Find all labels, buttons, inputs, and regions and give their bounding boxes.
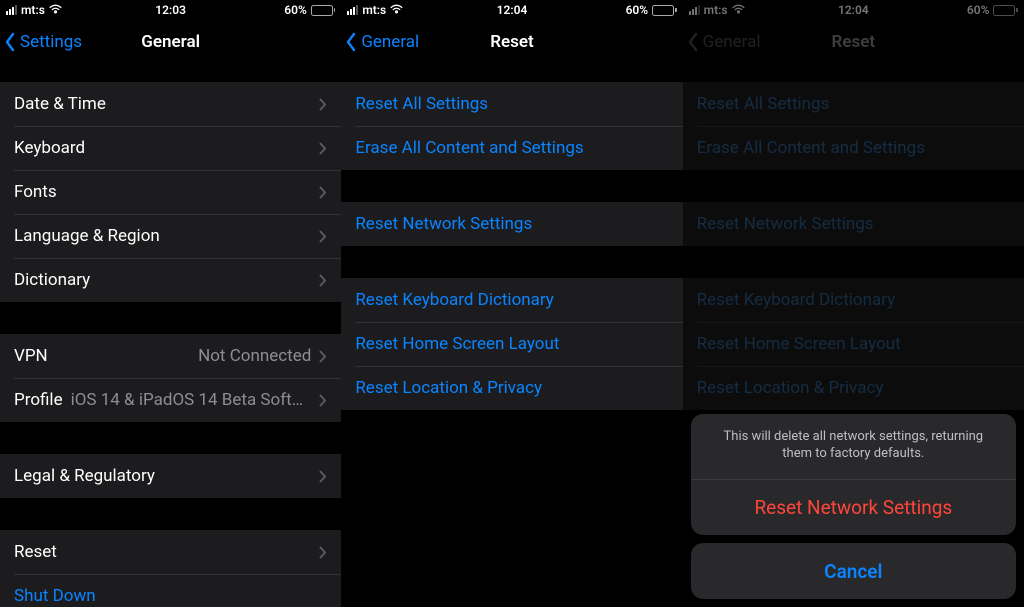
chevron-right-icon	[319, 186, 327, 199]
nav-title: Reset	[832, 32, 876, 52]
cell-fonts[interactable]: Fonts	[0, 170, 341, 214]
group-reset: Reset Shut Down	[0, 530, 341, 607]
cell-reset[interactable]: Reset	[0, 530, 341, 574]
sheet-message: This will delete all network settings, r…	[691, 414, 1016, 479]
signal-icon	[347, 5, 358, 15]
screen-reset-confirm: mt:s 12:04 60% General Reset Reset All S…	[683, 0, 1024, 607]
cell-erase-all[interactable]: Erase All Content and Settings	[341, 126, 682, 170]
battery-pct: 60%	[967, 3, 990, 17]
wifi-icon	[390, 5, 403, 15]
cell-shut-down[interactable]: Shut Down	[0, 574, 341, 607]
cell-reset-all-settings[interactable]: Reset All Settings	[341, 82, 682, 126]
nav-title: General	[141, 32, 200, 52]
signal-icon	[689, 5, 700, 15]
battery-pct: 60%	[626, 3, 649, 17]
chevron-right-icon	[319, 394, 327, 407]
carrier-label: mt:s	[362, 3, 386, 17]
nav-title: Reset	[490, 32, 534, 52]
chevron-right-icon	[319, 142, 327, 155]
battery-icon	[993, 5, 1018, 16]
cell-reset-all-settings: Reset All Settings	[683, 82, 1024, 126]
back-button[interactable]: Settings	[0, 32, 82, 52]
cell-dictionary[interactable]: Dictionary	[0, 258, 341, 302]
vpn-status: Not Connected	[198, 346, 311, 366]
group-reset-other: Reset Keyboard Dictionary Reset Home Scr…	[683, 278, 1024, 410]
cell-date-time[interactable]: Date & Time	[0, 82, 341, 126]
cell-reset-network[interactable]: Reset Network Settings	[341, 202, 682, 246]
nav-bar: General Reset	[683, 20, 1024, 64]
cell-legal-regulatory[interactable]: Legal & Regulatory	[0, 454, 341, 498]
status-bar: mt:s 12:04 60%	[683, 0, 1024, 20]
cell-language-region[interactable]: Language & Region	[0, 214, 341, 258]
carrier-label: mt:s	[704, 3, 728, 17]
sheet-panel: This will delete all network settings, r…	[691, 414, 1016, 535]
cell-reset-location-privacy: Reset Location & Privacy	[683, 366, 1024, 410]
content: Date & Time Keyboard Fonts Language & Re…	[0, 64, 341, 607]
cancel-button[interactable]: Cancel	[691, 543, 1016, 599]
group-reset-network: Reset Network Settings	[683, 202, 1024, 246]
group-reset-network: Reset Network Settings	[341, 202, 682, 246]
confirm-reset-button[interactable]: Reset Network Settings	[691, 479, 1016, 535]
back-label: Settings	[20, 32, 82, 52]
nav-bar: General Reset	[341, 20, 682, 64]
back-label: General	[361, 32, 419, 52]
chevron-left-icon	[345, 32, 357, 52]
back-label: General	[703, 32, 761, 52]
chevron-right-icon	[319, 350, 327, 363]
cell-reset-keyboard-dict: Reset Keyboard Dictionary	[683, 278, 1024, 322]
chevron-right-icon	[319, 546, 327, 559]
group-legal: Legal & Regulatory	[0, 454, 341, 498]
screen-general: mt:s 12:03 60% Settings General Date & T…	[0, 0, 341, 607]
screen-reset: mt:s 12:04 60% General Reset Reset All S…	[341, 0, 682, 607]
clock: 12:04	[838, 3, 869, 17]
cell-keyboard[interactable]: Keyboard	[0, 126, 341, 170]
group-reset-all: Reset All Settings Erase All Content and…	[683, 82, 1024, 170]
cell-vpn[interactable]: VPNNot Connected	[0, 334, 341, 378]
group-network: VPNNot Connected ProfileiOS 14 & iPadOS …	[0, 334, 341, 422]
carrier-label: mt:s	[21, 3, 45, 17]
profile-value: iOS 14 & iPadOS 14 Beta Softwar...	[71, 390, 312, 410]
cell-profile[interactable]: ProfileiOS 14 & iPadOS 14 Beta Softwar..…	[0, 378, 341, 422]
chevron-left-icon	[687, 32, 699, 52]
chevron-right-icon	[319, 98, 327, 111]
clock: 12:03	[155, 3, 186, 17]
cell-reset-location-privacy[interactable]: Reset Location & Privacy	[341, 366, 682, 410]
chevron-right-icon	[319, 230, 327, 243]
chevron-right-icon	[319, 274, 327, 287]
cell-erase-all: Erase All Content and Settings	[683, 126, 1024, 170]
status-bar: mt:s 12:03 60%	[0, 0, 341, 20]
action-sheet: This will delete all network settings, r…	[691, 414, 1016, 599]
wifi-icon	[49, 5, 62, 15]
cell-reset-home-layout[interactable]: Reset Home Screen Layout	[341, 322, 682, 366]
battery-icon	[652, 5, 677, 16]
battery-pct: 60%	[284, 3, 307, 17]
back-button[interactable]: General	[341, 32, 419, 52]
group-reset-all: Reset All Settings Erase All Content and…	[341, 82, 682, 170]
battery-icon	[311, 5, 336, 16]
cell-reset-keyboard-dict[interactable]: Reset Keyboard Dictionary	[341, 278, 682, 322]
group-system: Date & Time Keyboard Fonts Language & Re…	[0, 82, 341, 302]
status-bar: mt:s 12:04 60%	[341, 0, 682, 20]
chevron-right-icon	[319, 470, 327, 483]
wifi-icon	[732, 5, 745, 15]
cell-reset-home-layout: Reset Home Screen Layout	[683, 322, 1024, 366]
signal-icon	[6, 5, 17, 15]
clock: 12:04	[497, 3, 528, 17]
chevron-left-icon	[4, 32, 16, 52]
cell-reset-network: Reset Network Settings	[683, 202, 1024, 246]
back-button: General	[683, 32, 761, 52]
nav-bar: Settings General	[0, 20, 341, 64]
content: Reset All Settings Erase All Content and…	[341, 64, 682, 607]
sheet-cancel-panel: Cancel	[691, 543, 1016, 599]
group-reset-other: Reset Keyboard Dictionary Reset Home Scr…	[341, 278, 682, 410]
